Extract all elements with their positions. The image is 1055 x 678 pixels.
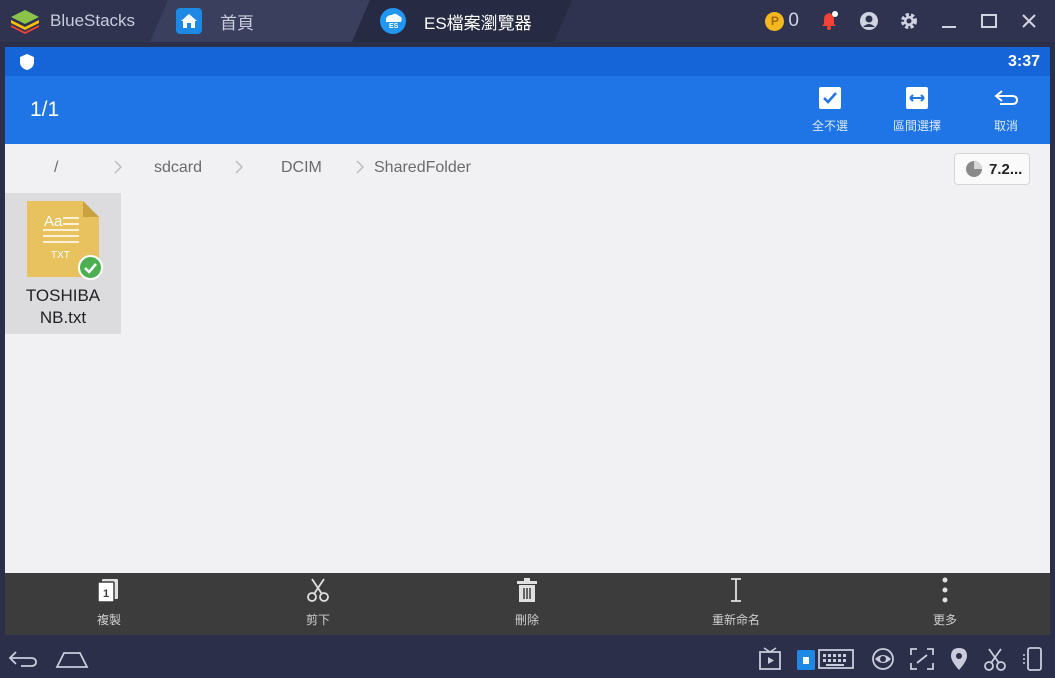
media-icon — [759, 647, 781, 670]
cut-label: 剪下 — [305, 613, 330, 627]
media-manager-button[interactable] — [756, 640, 784, 678]
pie-chart-icon — [966, 161, 982, 177]
back-button[interactable] — [5, 640, 41, 678]
cut-icon — [307, 578, 329, 602]
home-button[interactable] — [54, 640, 90, 678]
more-icon — [942, 577, 948, 603]
coin-icon: P — [765, 11, 785, 31]
close-button[interactable] — [1009, 0, 1049, 42]
text-file-icon: Aa TXT — [25, 200, 103, 280]
copy-icon: 1 — [97, 579, 118, 603]
maximize-button[interactable] — [969, 0, 1009, 42]
cancel-label: 取消 — [993, 119, 1018, 133]
delete-label: 刪除 — [514, 613, 539, 627]
android-home-icon — [55, 652, 89, 668]
delete-button[interactable]: 刪除 — [467, 577, 587, 628]
more-button[interactable]: 更多 — [885, 577, 1005, 628]
eye-view-button[interactable] — [870, 640, 896, 678]
keyboard-mapping-button[interactable] — [794, 640, 856, 678]
svg-text:1: 1 — [103, 588, 109, 600]
range-select-button[interactable]: 區間選擇 — [877, 86, 957, 134]
storage-usage-label: 7.2... — [989, 160, 1023, 178]
file-item[interactable]: Aa TXT TOSHIBA NB.txt — [5, 193, 121, 334]
rename-icon — [731, 578, 741, 602]
phone-rotate-icon — [1023, 647, 1042, 671]
minimize-button[interactable] — [929, 0, 969, 42]
coin-balance[interactable]: P 0 — [765, 10, 799, 32]
location-pin-icon — [951, 648, 967, 670]
chevron-right-icon — [356, 160, 365, 174]
status-time: 3:37 — [1007, 53, 1040, 70]
chevron-right-icon — [235, 160, 244, 174]
file-name-line-2: NB.txt — [39, 308, 87, 327]
checkbox-icon — [819, 87, 841, 109]
cancel-button[interactable]: 取消 — [966, 86, 1046, 134]
location-button[interactable] — [948, 640, 970, 678]
copy-label: 複製 — [96, 613, 121, 627]
range-select-label: 區間選擇 — [892, 119, 941, 133]
keyboard-icon — [797, 649, 854, 670]
shield-icon — [20, 54, 34, 70]
bottom-action-bar: 1 複製 剪下 刪除 重新命名 更多 — [5, 573, 1050, 635]
svg-text:ES: ES — [389, 23, 399, 30]
file-type-label: TXT — [51, 250, 70, 261]
fullscreen-button[interactable] — [908, 640, 936, 678]
rename-button[interactable]: 重新命名 — [676, 577, 796, 628]
coin-count: 0 — [788, 10, 799, 31]
bluestacks-navbar — [0, 640, 1055, 678]
breadcrumb-sharedfolder[interactable]: SharedFolder — [374, 159, 471, 177]
selected-check-icon — [78, 255, 103, 280]
file-name-line-1: TOSHIBA — [25, 286, 101, 305]
status-bar: 3:37 — [5, 47, 1050, 76]
cut-button[interactable]: 剪下 — [258, 577, 378, 628]
selection-action-bar: 1/1 全不選 區間選擇 取消 — [5, 76, 1050, 144]
minimize-icon — [942, 26, 956, 28]
undo-icon — [994, 90, 1019, 105]
delete-icon — [517, 578, 537, 602]
scissors-icon — [984, 648, 1006, 671]
tab-es-file-explorer[interactable]: ES ES檔案瀏覽器 — [352, 0, 572, 42]
screenshot-cut-button[interactable] — [982, 640, 1008, 678]
file-name: TOSHIBA NB.txt — [8, 285, 118, 329]
deselect-all-label: 全不選 — [811, 119, 848, 133]
notifications-button[interactable] — [809, 0, 849, 42]
account-icon — [860, 12, 878, 30]
home-icon — [176, 8, 202, 34]
breadcrumb: / sdcard DCIM SharedFolder — [5, 144, 1050, 192]
maximize-icon — [981, 14, 997, 28]
tab-home[interactable]: 首頁 — [150, 0, 370, 42]
storage-usage-button[interactable]: 7.2... — [954, 153, 1030, 185]
file-icon-glyph: Aa — [44, 213, 63, 230]
breadcrumb-sdcard[interactable]: sdcard — [154, 159, 202, 177]
bluestacks-logo-icon — [10, 8, 40, 34]
app-name: BlueStacks — [50, 11, 136, 30]
account-button[interactable] — [849, 0, 889, 42]
tab-es-label: ES檔案瀏覽器 — [424, 13, 532, 33]
bell-icon — [822, 11, 838, 30]
more-label: 更多 — [932, 613, 957, 627]
bluestacks-logo-tab[interactable]: BlueStacks — [0, 0, 170, 42]
settings-button[interactable] — [889, 0, 929, 42]
breadcrumb-dcim[interactable]: DCIM — [281, 159, 322, 177]
selection-count: 1/1 — [30, 98, 60, 121]
breadcrumb-root[interactable]: / — [54, 159, 58, 177]
android-screen: 3:37 1/1 全不選 區間選擇 取消 / sdcard DCIM Share… — [5, 47, 1050, 635]
tab-home-label: 首頁 — [220, 13, 254, 33]
es-file-explorer-icon: ES — [380, 8, 406, 34]
range-select-icon — [906, 87, 928, 109]
fullscreen-icon — [910, 648, 934, 670]
settings-icon — [901, 13, 917, 29]
chevron-right-icon — [114, 160, 123, 174]
rotate-screen-button[interactable] — [1020, 640, 1048, 678]
rename-label: 重新命名 — [711, 613, 760, 627]
close-icon — [1022, 14, 1036, 28]
deselect-all-button[interactable]: 全不選 — [790, 86, 870, 134]
eye-icon — [872, 648, 894, 670]
copy-button[interactable]: 1 複製 — [49, 577, 169, 628]
back-icon — [8, 651, 37, 667]
bluestacks-titlebar: BlueStacks 首頁 ES ES檔案瀏覽器 P 0 — [0, 0, 1055, 42]
